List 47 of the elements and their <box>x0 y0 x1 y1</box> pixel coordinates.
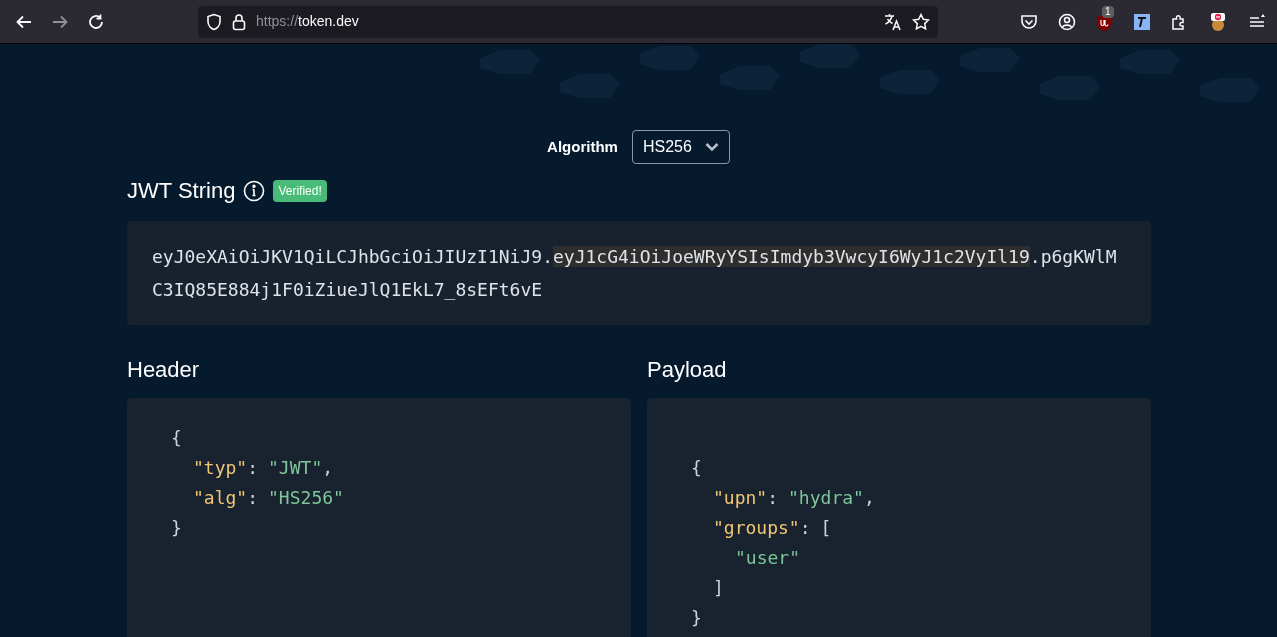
json-key: "alg" <box>193 483 248 511</box>
json-string: "user" <box>735 545 801 570</box>
token-text: .p6gKWlM <box>1029 246 1117 267</box>
blocked-extension-icon[interactable] <box>1208 11 1228 32</box>
json-colon: : <box>247 455 259 480</box>
json-comma: , <box>322 455 334 480</box>
url-text: https://token.dev <box>256 12 359 31</box>
jwt-string-box[interactable]: eyJ0eXAiOiJKV1QiLCJhbGciOiJIUzI1NiJ9.eyJ1cG4iOiJoeWRyYSIsImdyb3VwcyI6WyJ1c2VyIl19.p6gKWlMC3IQ85E884j1F0iZiueJlQ1EkL7_8sEFt6vE <box>127 221 1151 325</box>
typography-extension-icon[interactable] <box>1134 13 1150 30</box>
shield-icon[interactable] <box>206 12 222 31</box>
pocket-icon[interactable] <box>1020 12 1038 31</box>
star-icon[interactable] <box>912 12 930 31</box>
section-title: JWT String <box>127 177 236 205</box>
token-text: C3IQ85E884j1F0iZiueJlQ1EkL7_8sEFt6vE <box>152 279 543 300</box>
json-bracket: } <box>691 605 702 630</box>
token-text: eyJ1cG4iOiJoeWRyYSIsImdyb3VwcyI6WyJ1c2VyIl19 <box>552 246 1030 267</box>
json-colon: : <box>247 485 259 510</box>
json-key: "upn" <box>713 483 768 511</box>
token-text: eyJ0eXAiOiJKV1QiLCJhbGciOiJIUzI1NiJ9. <box>152 246 553 267</box>
json-colon: : <box>767 485 779 510</box>
algorithm-label: Algorithm <box>547 136 618 157</box>
address-bar[interactable]: https://token.dev <box>198 5 938 38</box>
json-colon: : <box>799 515 811 540</box>
json-string: "JWT" <box>268 455 323 480</box>
json-bracket: [ <box>820 515 832 540</box>
lock-icon <box>232 12 246 31</box>
algorithm-select[interactable]: HS256 <box>631 130 730 164</box>
json-panel[interactable]: { "upn": "hydra", "groups": [ "user" ] } <box>647 398 1151 637</box>
notification-badge: 1 <box>1102 5 1114 18</box>
section-title: Header <box>127 356 201 384</box>
account-icon[interactable] <box>1058 12 1076 31</box>
info-icon[interactable] <box>243 179 266 202</box>
json-comma: , <box>863 485 875 510</box>
json-panel[interactable]: { "typ": "JWT", "alg": "HS256" } <box>127 398 631 637</box>
json-string: "HS256" <box>268 485 344 510</box>
json-key: "groups" <box>713 513 800 541</box>
section-title: Payload <box>647 356 728 384</box>
reload-icon[interactable] <box>87 12 105 31</box>
verified-badge: Verified! <box>273 179 327 202</box>
json-string: "hydra" <box>788 485 864 510</box>
json-bracket: ] <box>713 575 724 600</box>
chevron-down-icon <box>704 142 719 152</box>
translate-icon[interactable] <box>884 12 902 31</box>
json-bracket: { <box>171 425 182 450</box>
json-bracket: } <box>171 515 182 540</box>
json-key: "typ" <box>193 453 248 481</box>
json-bracket: { <box>691 455 702 480</box>
